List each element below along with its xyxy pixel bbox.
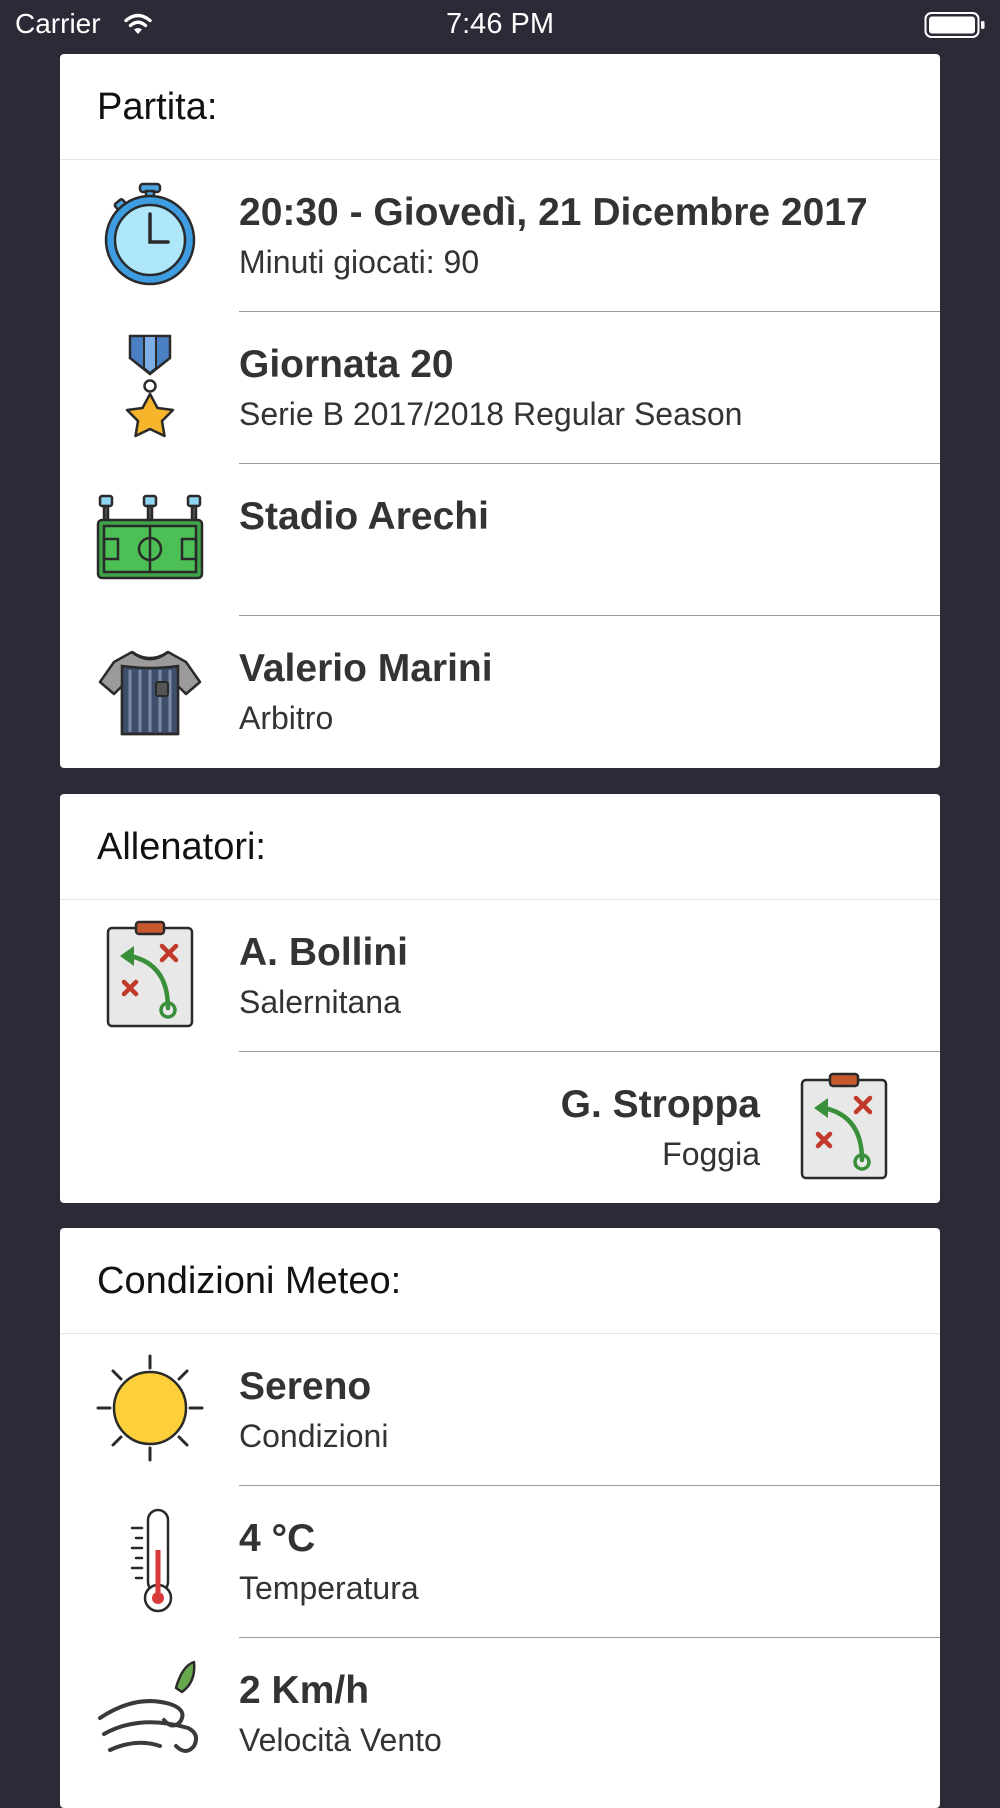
home-coach-row[interactable]: A. Bollini Salernitana <box>60 900 940 1052</box>
stadium-row[interactable]: Stadio Arechi <box>60 464 940 616</box>
stadium-name: Stadio Arechi <box>239 495 489 538</box>
clock: 7:46 PM <box>446 8 554 40</box>
coaches-card: Allenatori: A. Bollini Salernitana G. St… <box>60 794 940 1203</box>
weather-condition-label: Condizioni <box>239 1418 389 1454</box>
home-team-name: Salernitana <box>239 984 401 1020</box>
season-name: Serie B 2017/2018 Regular Season <box>239 396 743 432</box>
tactics-board-icon <box>106 920 194 1028</box>
matchday-row[interactable]: Giornata 20 Serie B 2017/2018 Regular Se… <box>60 312 940 464</box>
weather-conditions-row[interactable]: Sereno Condizioni <box>60 1334 940 1486</box>
wind-icon <box>98 1660 198 1753</box>
referee-role: Arbitro <box>239 700 334 736</box>
weather-card: Condizioni Meteo: Sereno Condizioni 4 °C… <box>60 1228 940 1808</box>
match-datetime: 20:30 - Giovedì, 21 Dicembre 2017 <box>239 191 868 234</box>
matchday-title: Giornata 20 <box>239 343 454 386</box>
home-coach-name: A. Bollini <box>239 931 408 974</box>
tactics-board-icon <box>800 1072 888 1180</box>
weather-condition: Sereno <box>239 1365 372 1408</box>
away-coach-row[interactable]: G. Stroppa Foggia <box>60 1052 940 1203</box>
thermometer-icon <box>130 1508 173 1613</box>
status-bar: Carrier 7:46 PM <box>0 0 1000 50</box>
away-coach-name: G. Stroppa <box>560 1083 760 1126</box>
coaches-card-header: Allenatori: <box>60 794 940 900</box>
match-card-header: Partita: <box>60 54 940 160</box>
match-card: Partita: 20:30 - Giovedì, 21 Dicembre 20… <box>60 54 940 768</box>
referee-shirt-icon <box>98 650 202 736</box>
temperature-label: Temperatura <box>239 1570 419 1606</box>
battery-icon <box>924 12 985 38</box>
weather-card-header: Condizioni Meteo: <box>60 1228 940 1334</box>
referee-row[interactable]: Valerio Marini Arbitro <box>60 616 940 768</box>
match-datetime-row[interactable]: 20:30 - Giovedì, 21 Dicembre 2017 Minuti… <box>60 160 940 312</box>
wind-speed-label: Velocità Vento <box>239 1722 442 1758</box>
stopwatch-icon <box>104 182 196 286</box>
temperature-value: 4 °C <box>239 1517 316 1560</box>
medal-icon <box>125 334 175 438</box>
wind-speed-value: 2 Km/h <box>239 1669 370 1712</box>
minutes-played: Minuti giocati: 90 <box>239 244 480 280</box>
temperature-row[interactable]: 4 °C Temperatura <box>60 1486 940 1638</box>
stadium-icon <box>96 494 204 580</box>
wind-speed-row[interactable]: 2 Km/h Velocità Vento <box>60 1638 940 1790</box>
sun-icon <box>96 1354 204 1462</box>
referee-name: Valerio Marini <box>239 647 493 690</box>
away-team-name: Foggia <box>662 1136 760 1172</box>
